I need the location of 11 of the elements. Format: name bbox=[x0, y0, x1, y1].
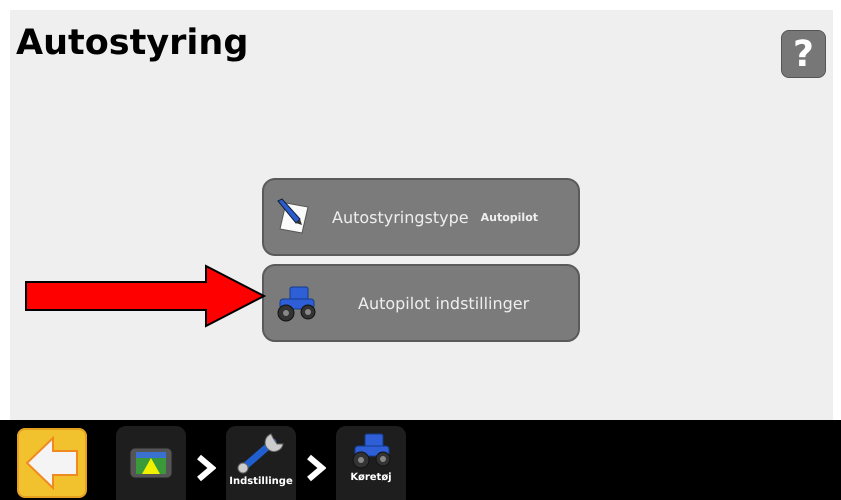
menu-button[interactable]: Autopilot indstillinger bbox=[262, 264, 580, 342]
breadcrumb-button[interactable] bbox=[116, 426, 186, 500]
page-title: Autostyring bbox=[16, 22, 248, 64]
breadcrumb-button[interactable]: Køretøj bbox=[336, 426, 406, 500]
chevron-icon bbox=[196, 454, 216, 482]
left-arrow-icon bbox=[23, 434, 81, 492]
display-icon bbox=[128, 446, 174, 480]
help-button[interactable]: ? bbox=[781, 30, 826, 78]
breadcrumb-button[interactable]: Indstillinge bbox=[226, 426, 296, 500]
chevron-icon bbox=[306, 454, 326, 482]
menu-button[interactable]: Autostyringstype Autopilot bbox=[262, 178, 580, 256]
